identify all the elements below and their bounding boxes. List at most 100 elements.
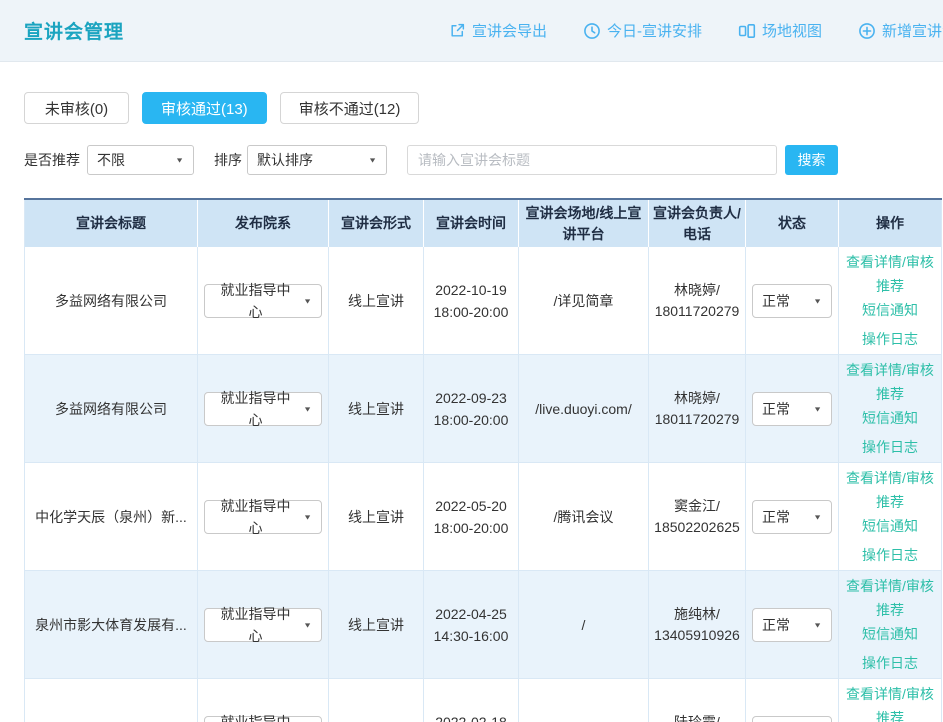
status-cell: 正常 ▼	[746, 571, 839, 679]
sort-select[interactable]: 默认排序 ▼	[247, 145, 387, 175]
chevron-down-icon: ▼	[813, 616, 822, 634]
contact-phone: 18502202625	[653, 517, 741, 538]
tab-unreviewed[interactable]: 未审核(0)	[24, 92, 129, 124]
contact-name: 林晓婷/	[653, 279, 741, 301]
status-cell: 正常 ▼	[746, 247, 839, 355]
today-schedule-link[interactable]: 今日-宣讲安排	[583, 20, 702, 41]
status-select[interactable]: 正常 ▼	[752, 608, 832, 642]
view-detail-review-link[interactable]: 查看详情/审核	[843, 683, 937, 705]
session-form-cell: 线上宣讲	[329, 463, 424, 571]
operation-log-link[interactable]: 操作日志	[843, 328, 937, 350]
export-sessions-link[interactable]: 宣讲会导出	[449, 20, 547, 41]
chevron-down-icon: ▼	[813, 508, 822, 526]
session-date: 2022-05-20	[428, 495, 514, 517]
column-header-time: 宣讲会时间	[424, 199, 519, 247]
session-date: 2022-04-25	[428, 603, 514, 625]
department-select[interactable]: 就业指导中心 ▼	[204, 500, 322, 534]
status-select[interactable]: 正常 ▼	[752, 392, 832, 426]
search-input[interactable]	[407, 145, 777, 175]
table-row: 多益网络有限公司 就业指导中心 ▼ 线上宣讲 2022-10-19 18:00-…	[25, 247, 942, 355]
sms-notify-link[interactable]: 短信通知	[843, 515, 937, 537]
sort-filter-label: 排序	[214, 150, 242, 170]
venue-cell: /live.duoyi.com/	[519, 355, 649, 463]
session-title-cell: 多益网络有限公司	[25, 247, 198, 355]
view-detail-review-link[interactable]: 查看详情/审核	[843, 575, 937, 597]
status-select[interactable]: 正常 ▼	[752, 500, 832, 534]
session-date: 2022-02-18	[428, 711, 514, 722]
contact-cell: 施纯林/ 13405910926	[649, 571, 746, 679]
top-link-label: 宣讲会导出	[472, 20, 547, 41]
department-select[interactable]: 就业指导中心 ▼	[204, 716, 322, 722]
chevron-down-icon: ▼	[368, 156, 377, 164]
chevron-down-icon: ▼	[303, 292, 312, 310]
add-session-link[interactable]: 新增宣讲会	[858, 20, 943, 41]
column-header-contact: 宣讲会负责人/电话	[649, 199, 746, 247]
sms-notify-link[interactable]: 短信通知	[843, 623, 937, 645]
contact-phone: 18011720279	[653, 301, 741, 322]
table-header: 宣讲会标题 发布院系 宣讲会形式 宣讲会时间 宣讲会场地/线上宣讲平台 宣讲会负…	[25, 199, 942, 247]
contact-cell: 陆玲霞/ 15160338590	[649, 679, 746, 722]
search-button[interactable]: 搜索	[785, 145, 838, 175]
operation-log-link[interactable]: 操作日志	[843, 544, 937, 566]
filter-bar: 是否推荐 不限 ▼ 排序 默认排序 ▼ 搜索	[24, 145, 943, 175]
status-select[interactable]: 正常 ▼	[752, 716, 832, 722]
clock-icon	[583, 22, 601, 40]
status-select-value: 正常	[762, 506, 790, 528]
tab-rejected[interactable]: 审核不通过(12)	[280, 92, 420, 124]
table-row: 中化学天辰（泉州）新... 就业指导中心 ▼ 线上宣讲 2022-05-20 1…	[25, 463, 942, 571]
recommend-select[interactable]: 不限 ▼	[87, 145, 194, 175]
sms-notify-link[interactable]: 短信通知	[843, 407, 937, 429]
operation-log-link[interactable]: 操作日志	[843, 652, 937, 674]
recommend-link[interactable]: 推荐	[843, 383, 937, 405]
department-select[interactable]: 就业指导中心 ▼	[204, 284, 322, 318]
chevron-down-icon: ▼	[303, 508, 312, 526]
tab-approved[interactable]: 审核通过(13)	[142, 92, 267, 124]
chevron-down-icon: ▼	[303, 616, 312, 634]
view-detail-review-link[interactable]: 查看详情/审核	[843, 467, 937, 489]
session-time: 18:00-20:00	[428, 409, 514, 431]
contact-name: 陆玲霞/	[653, 711, 741, 722]
sms-notify-link[interactable]: 短信通知	[843, 299, 937, 321]
column-header-venue: 宣讲会场地/线上宣讲平台	[519, 199, 649, 247]
session-form-cell: 线上宣讲	[329, 247, 424, 355]
session-date: 2022-10-19	[428, 279, 514, 301]
status-cell: 正常 ▼	[746, 679, 839, 722]
contact-cell: 林晓婷/ 18011720279	[649, 247, 746, 355]
venue-view-link[interactable]: 场地视图	[738, 20, 822, 41]
actions-cell: 查看详情/审核 推荐 短信通知 操作日志	[839, 463, 942, 571]
topbar-links: 宣讲会导出 今日-宣讲安排 场地视图	[449, 20, 943, 41]
contact-name: 窦金江/	[653, 495, 741, 517]
operation-log-link[interactable]: 操作日志	[843, 436, 937, 458]
view-detail-review-link[interactable]: 查看详情/审核	[843, 251, 937, 273]
session-date: 2022-09-23	[428, 387, 514, 409]
recommend-link[interactable]: 推荐	[843, 491, 937, 513]
recommend-link[interactable]: 推荐	[843, 599, 937, 621]
table-row: 泉州科发卫浴有限公司 就业指导中心 ▼ 线上宣讲 2022-02-18 15:0…	[25, 679, 942, 722]
status-select-value: 正常	[762, 614, 790, 636]
contact-cell: 窦金江/ 18502202625	[649, 463, 746, 571]
chevron-down-icon: ▼	[175, 156, 184, 164]
recommend-link[interactable]: 推荐	[843, 707, 937, 722]
session-title-cell: 泉州市影大体育发展有...	[25, 571, 198, 679]
review-status-tabs: 未审核(0) 审核通过(13) 审核不通过(12)	[24, 92, 943, 124]
contact-phone: 13405910926	[653, 625, 741, 646]
status-select-value: 正常	[762, 398, 790, 420]
topbar: 宣讲会管理 宣讲会导出 今日-宣讲安排	[0, 0, 943, 62]
presentation-management-page: 宣讲会管理 宣讲会导出 今日-宣讲安排	[0, 0, 943, 722]
sort-select-value: 默认排序	[257, 150, 313, 170]
table-row: 多益网络有限公司 就业指导中心 ▼ 线上宣讲 2022-09-23 18:00-…	[25, 355, 942, 463]
department-select-value: 就业指导中心	[214, 711, 297, 722]
department-select[interactable]: 就业指导中心 ▼	[204, 608, 322, 642]
view-detail-review-link[interactable]: 查看详情/审核	[843, 359, 937, 381]
page-title: 宣讲会管理	[24, 17, 124, 44]
department-select[interactable]: 就业指导中心 ▼	[204, 392, 322, 426]
status-select[interactable]: 正常 ▼	[752, 284, 832, 318]
session-time: 14:30-16:00	[428, 625, 514, 647]
session-form-cell: 线上宣讲	[329, 571, 424, 679]
sessions-table: 宣讲会标题 发布院系 宣讲会形式 宣讲会时间 宣讲会场地/线上宣讲平台 宣讲会负…	[24, 198, 942, 722]
department-select-value: 就业指导中心	[214, 603, 297, 647]
session-title-cell: 多益网络有限公司	[25, 355, 198, 463]
top-link-label: 场地视图	[762, 20, 822, 41]
layout-icon	[738, 22, 756, 40]
recommend-link[interactable]: 推荐	[843, 275, 937, 297]
